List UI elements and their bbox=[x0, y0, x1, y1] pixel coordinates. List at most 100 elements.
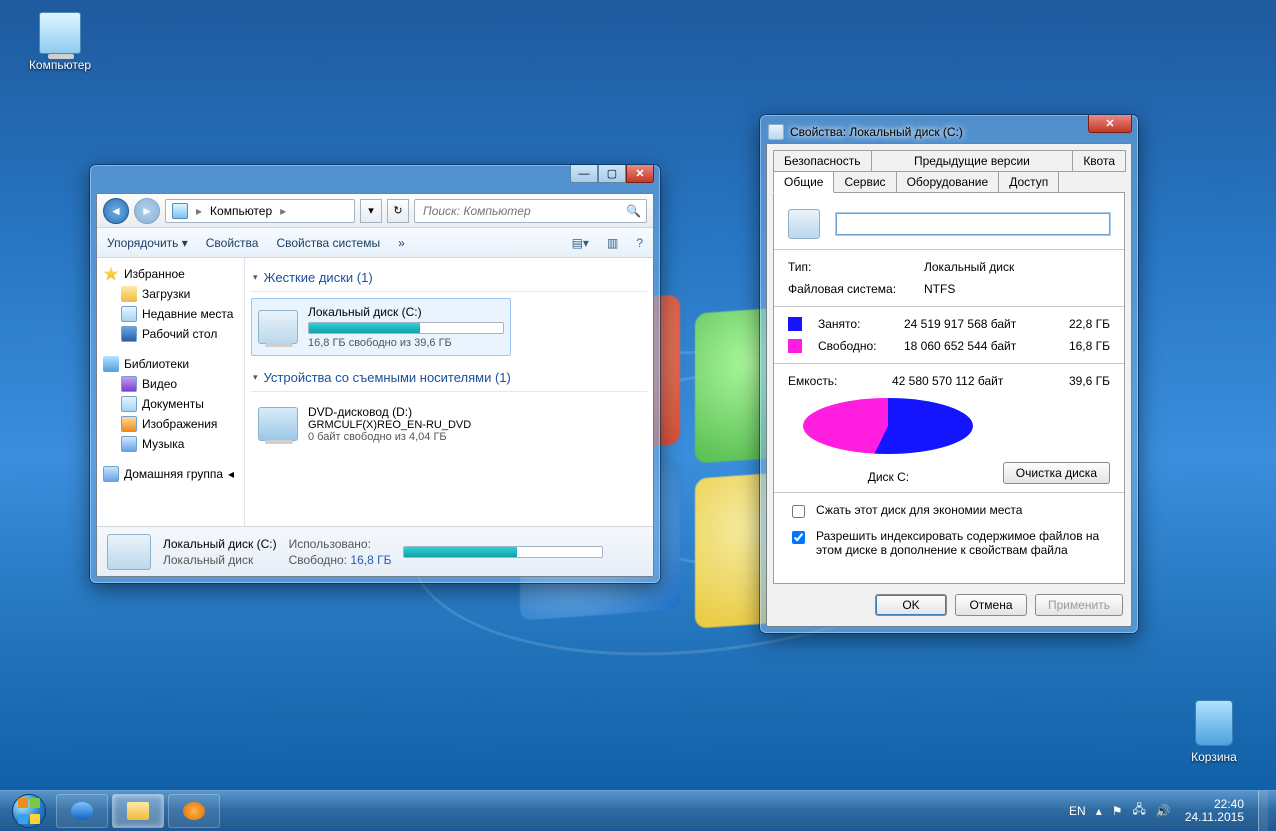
index-checkbox[interactable] bbox=[792, 531, 805, 544]
homegroup-icon bbox=[103, 466, 119, 482]
capacity-gb: 39,6 ГБ bbox=[1069, 374, 1110, 388]
drive-c-tile[interactable]: Локальный диск (C:) 16,8 ГБ свободно из … bbox=[251, 298, 511, 356]
documents-icon bbox=[121, 396, 137, 412]
back-button[interactable]: ◄ bbox=[103, 198, 129, 224]
toolbar-overflow[interactable]: » bbox=[398, 236, 405, 250]
disk-cleanup-button[interactable]: Очистка диска bbox=[1003, 462, 1110, 484]
tab-hardware[interactable]: Оборудование bbox=[896, 171, 1000, 193]
search-input[interactable] bbox=[421, 203, 640, 219]
dvd-drive-icon bbox=[258, 407, 298, 441]
capacity-bytes: 42 580 570 112 байт bbox=[892, 374, 1003, 388]
video-icon bbox=[121, 376, 137, 392]
nav-recent[interactable]: Недавние места bbox=[101, 304, 240, 324]
nav-downloads[interactable]: Загрузки bbox=[101, 284, 240, 304]
computer-icon bbox=[172, 203, 188, 219]
toolbar-properties[interactable]: Свойства bbox=[206, 236, 259, 250]
chevron-down-icon: ▾ bbox=[253, 272, 258, 283]
windows-logo-icon bbox=[12, 794, 46, 828]
window-title: Свойства: Локальный диск (C:) bbox=[790, 125, 963, 139]
nav-homegroup[interactable]: Домашняя группа ◂ bbox=[101, 464, 240, 484]
close-button[interactable]: ✕ bbox=[626, 165, 654, 183]
drive-volume-label: GRMCULF(X)REO_EN-RU_DVD bbox=[308, 419, 504, 431]
tab-previous-versions[interactable]: Предыдущие версии bbox=[871, 150, 1074, 172]
navigation-pane: Избранное Загрузки Недавние места Рабочи… bbox=[97, 258, 245, 526]
filesystem-value: NTFS bbox=[924, 282, 955, 296]
hard-drive-icon bbox=[788, 209, 820, 239]
internet-explorer-icon bbox=[71, 802, 93, 820]
nav-documents[interactable]: Документы bbox=[101, 394, 240, 414]
tray-chevron-icon[interactable]: ▴ bbox=[1096, 804, 1102, 818]
disk-usage-pie-chart bbox=[803, 398, 973, 468]
close-button[interactable]: ✕ bbox=[1088, 115, 1132, 133]
drive-d-tile[interactable]: DVD-дисковод (D:) GRMCULF(X)REO_EN-RU_DV… bbox=[251, 398, 511, 450]
search-icon: 🔍 bbox=[626, 204, 641, 218]
toolbar-system-properties[interactable]: Свойства системы bbox=[276, 236, 380, 250]
chevron-down-icon: ▾ bbox=[253, 372, 258, 383]
apply-button: Применить bbox=[1035, 594, 1123, 616]
address-bar-row: ◄ ► ▸ Компьютер ▸ ▾ ↻ 🔍 bbox=[97, 194, 653, 228]
nav-music[interactable]: Музыка bbox=[101, 434, 240, 454]
desktop-icon-label: Компьютер bbox=[20, 58, 100, 72]
tab-tools[interactable]: Сервис bbox=[833, 171, 896, 193]
action-center-icon[interactable]: ⚑ bbox=[1112, 804, 1123, 818]
tab-sharing[interactable]: Доступ bbox=[998, 171, 1059, 193]
free-bytes: 18 060 652 544 байт bbox=[904, 339, 1016, 353]
group-header-hdd[interactable]: ▾Жесткие диски (1) bbox=[251, 266, 647, 289]
compress-checkbox-row[interactable]: Сжать этот диск для экономии места bbox=[788, 499, 1110, 525]
start-button[interactable] bbox=[4, 791, 54, 831]
explorer-toolbar: Упорядочить ▾ Свойства Свойства системы … bbox=[97, 228, 653, 258]
desktop-icon bbox=[121, 326, 137, 342]
ok-button[interactable]: OK bbox=[875, 594, 947, 616]
group-header-removable[interactable]: ▾Устройства со съемными носителями (1) bbox=[251, 366, 647, 389]
help-button[interactable]: ? bbox=[636, 236, 643, 250]
volume-icon[interactable]: 🔊 bbox=[1156, 804, 1171, 818]
history-dropdown-button[interactable]: ▾ bbox=[360, 199, 382, 223]
type-value: Локальный диск bbox=[924, 260, 1014, 274]
nav-desktop[interactable]: Рабочий стол bbox=[101, 324, 240, 344]
network-icon[interactable]: 🖧 bbox=[1132, 800, 1145, 821]
tab-security[interactable]: Безопасность bbox=[773, 150, 872, 172]
nav-images[interactable]: Изображения bbox=[101, 414, 240, 434]
index-checkbox-row[interactable]: Разрешить индексировать содержимое файло… bbox=[788, 525, 1110, 561]
search-box[interactable]: 🔍 bbox=[414, 199, 647, 223]
view-mode-button[interactable]: ▤▾ bbox=[572, 236, 589, 250]
tab-general[interactable]: Общие bbox=[773, 171, 834, 193]
nav-favorites[interactable]: Избранное bbox=[101, 264, 240, 284]
desktop-icon-label: Корзина bbox=[1174, 750, 1254, 764]
volume-name-input[interactable] bbox=[836, 213, 1110, 235]
used-color-swatch bbox=[788, 317, 802, 331]
compress-checkbox[interactable] bbox=[792, 505, 805, 518]
drive-free-text: 0 байт свободно из 4,04 ГБ bbox=[308, 431, 504, 443]
drive-name: DVD-дисковод (D:) bbox=[308, 405, 504, 419]
desktop-icon-computer[interactable]: Компьютер bbox=[20, 12, 100, 72]
content-area: ▾Жесткие диски (1) Локальный диск (C:) 1… bbox=[245, 258, 653, 526]
taskbar-item-ie[interactable] bbox=[56, 794, 108, 828]
tab-strip: Безопасность Предыдущие версии Квота Общ… bbox=[767, 144, 1131, 192]
tab-quota[interactable]: Квота bbox=[1072, 150, 1126, 172]
toolbar-organize[interactable]: Упорядочить ▾ bbox=[107, 236, 188, 250]
taskbar-clock[interactable]: 22:40 24.11.2015 bbox=[1181, 798, 1248, 824]
desktop-icon-recycle-bin[interactable]: Корзина bbox=[1174, 700, 1254, 764]
nav-libraries[interactable]: Библиотеки bbox=[101, 354, 240, 374]
taskbar: EN ▴ ⚑ 🖧 🔊 22:40 24.11.2015 bbox=[0, 790, 1276, 830]
language-indicator[interactable]: EN bbox=[1069, 804, 1086, 818]
preview-pane-button[interactable]: ▥ bbox=[607, 236, 618, 250]
tab-panel-general: Тип:Локальный диск Файловая система:NTFS… bbox=[773, 192, 1125, 584]
breadcrumb[interactable]: ▸ Компьютер ▸ bbox=[165, 199, 355, 223]
show-desktop-button[interactable] bbox=[1258, 791, 1268, 831]
details-title: Локальный диск (C:) bbox=[163, 537, 277, 551]
free-gb: 16,8 ГБ bbox=[1069, 339, 1110, 353]
maximize-button[interactable]: ▢ bbox=[598, 165, 626, 183]
nav-video[interactable]: Видео bbox=[101, 374, 240, 394]
refresh-button[interactable]: ↻ bbox=[387, 199, 409, 223]
hard-drive-icon bbox=[107, 534, 151, 570]
breadcrumb-item[interactable]: Компьютер bbox=[210, 204, 272, 218]
taskbar-item-explorer[interactable] bbox=[112, 794, 164, 828]
minimize-button[interactable]: — bbox=[570, 165, 598, 183]
music-icon bbox=[121, 436, 137, 452]
taskbar-item-media-player[interactable] bbox=[168, 794, 220, 828]
cancel-button[interactable]: Отмена bbox=[955, 594, 1027, 616]
forward-button[interactable]: ► bbox=[134, 198, 160, 224]
explorer-window: — ▢ ✕ ◄ ► ▸ Компьютер ▸ ▾ ↻ 🔍 Упорядочит… bbox=[90, 165, 660, 583]
computer-icon bbox=[39, 12, 81, 54]
